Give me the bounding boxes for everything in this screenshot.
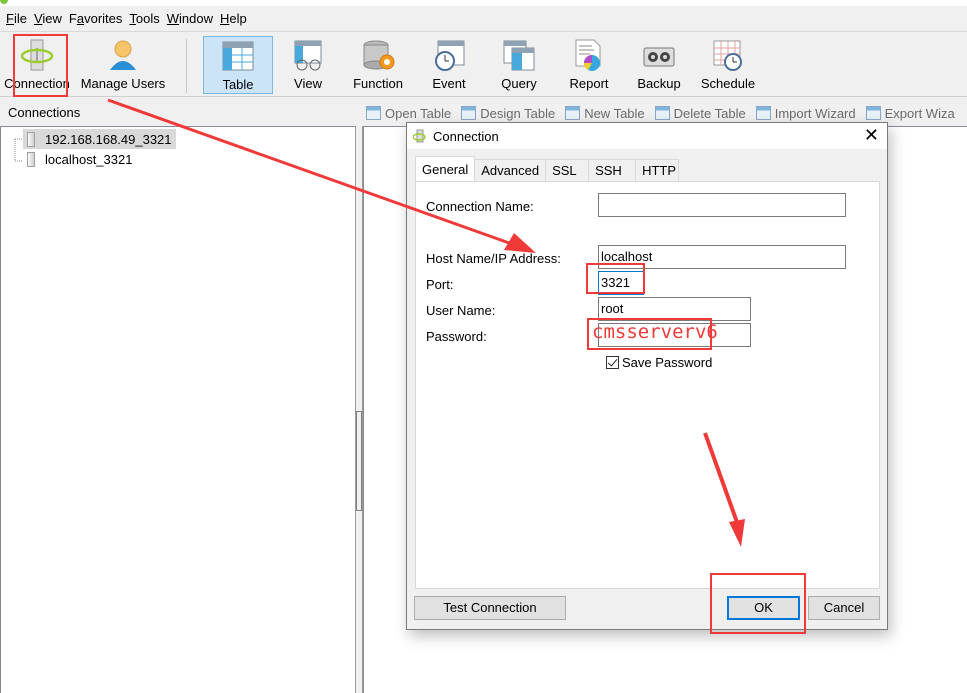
import-wizard-button[interactable]: Import Wizard <box>755 105 856 121</box>
cancel-button[interactable]: Cancel <box>808 596 880 620</box>
export-wizard-button[interactable]: Export Wiza <box>865 105 955 121</box>
save-password-checkbox[interactable]: Save Password <box>606 355 712 370</box>
function-button[interactable]: Function <box>346 36 410 94</box>
tab-http[interactable]: HTTP <box>635 159 680 181</box>
delete-table-icon <box>654 106 670 120</box>
new-table-icon <box>565 106 581 120</box>
connection-name-input[interactable] <box>598 193 846 217</box>
view-label: View <box>294 76 322 91</box>
open-table-label: Open Table <box>385 105 452 121</box>
port-input[interactable]: 3321 <box>598 271 644 295</box>
connections-tree: 192.168.168.49_3321 localhost_3321 <box>0 126 357 693</box>
save-password-label: Save Password <box>622 355 713 370</box>
table-icon <box>221 39 255 73</box>
close-icon[interactable]: ✕ <box>864 126 879 144</box>
connection-label: Connection <box>4 76 70 91</box>
panel-splitter[interactable] <box>355 126 363 693</box>
splitter-grip[interactable] <box>356 411 362 511</box>
connection-icon <box>20 38 54 72</box>
table-label: Table <box>222 77 254 92</box>
event-icon <box>432 38 466 72</box>
general-panel: Connection Name: Host Name/IP Address: l… <box>415 181 880 589</box>
tab-ssh[interactable]: SSH <box>588 159 637 181</box>
main-toolbar: Connection Manage Users Table View Funct… <box>0 33 967 97</box>
user-name-label: User Name: <box>426 303 496 318</box>
test-connection-button[interactable]: Test Connection <box>414 596 566 620</box>
app-logo-icon <box>0 0 8 4</box>
event-label: Event <box>432 76 466 91</box>
delete-table-button[interactable]: Delete Table <box>654 105 746 121</box>
menu-bar: File View Favorites Tools Window Help <box>0 6 967 32</box>
report-button[interactable]: Report <box>560 36 618 94</box>
connection-name-label: Connection Name: <box>426 199 534 214</box>
menu-window[interactable]: Window <box>165 11 218 26</box>
design-table-icon <box>461 106 477 120</box>
dialog-tabs: General Advanced SSL SSH HTTP <box>415 156 680 181</box>
password-label: Password: <box>426 329 487 344</box>
event-button[interactable]: Event <box>420 36 478 94</box>
menu-view[interactable]: View <box>32 11 67 26</box>
new-table-label: New Table <box>584 105 645 121</box>
tab-general[interactable]: General <box>415 156 476 181</box>
checkbox-checked-icon[interactable] <box>606 356 619 369</box>
connection-item[interactable]: localhost_3321 <box>23 149 136 169</box>
dialog-title: Connection <box>433 128 499 144</box>
connection-item-label: localhost_3321 <box>45 151 133 167</box>
export-wizard-icon <box>865 106 881 120</box>
user-icon <box>106 38 140 72</box>
import-wizard-icon <box>755 106 771 120</box>
menu-help[interactable]: Help <box>218 11 252 26</box>
dialog-title-bar: Connection ✕ <box>407 123 887 149</box>
object-toolbar: Open Table Design Table New Table Delete… <box>366 102 965 124</box>
connection-dialog: Connection ✕ General Advanced SSL SSH HT… <box>406 122 888 630</box>
tab-advanced[interactable]: Advanced <box>474 159 547 181</box>
tab-ssl[interactable]: SSL <box>545 159 590 181</box>
connections-header: Connections <box>8 105 81 120</box>
delete-table-label: Delete Table <box>673 105 746 121</box>
view-icon <box>291 38 325 72</box>
backup-icon <box>642 38 676 72</box>
user-name-input[interactable]: root <box>598 297 751 321</box>
open-table-icon <box>366 106 381 120</box>
annotation-password-text: cmsserverv6 <box>592 321 718 343</box>
server-icon <box>27 131 35 147</box>
menu-file[interactable]: File <box>4 11 32 26</box>
import-wizard-label: Import Wizard <box>774 105 856 121</box>
toolbar-separator <box>186 39 187 93</box>
host-input[interactable]: localhost <box>598 245 846 269</box>
report-icon <box>572 38 606 72</box>
schedule-icon <box>711 38 745 72</box>
connection-button[interactable]: Connection <box>4 36 70 94</box>
open-table-button[interactable]: Open Table <box>366 106 451 121</box>
export-wizard-label: Export Wiza <box>884 105 955 121</box>
manage-users-label: Manage Users <box>80 76 166 91</box>
connection-icon <box>412 129 427 143</box>
connection-item[interactable]: 192.168.168.49_3321 <box>23 129 176 149</box>
design-table-label: Design Table <box>480 105 556 121</box>
backup-label: Backup <box>637 76 681 91</box>
query-icon <box>502 38 536 72</box>
manage-users-button[interactable]: Manage Users <box>78 36 168 94</box>
function-label: Function <box>353 76 403 91</box>
query-label: Query <box>501 76 537 91</box>
server-icon <box>27 151 35 167</box>
schedule-label: Schedule <box>700 76 756 91</box>
port-label: Port: <box>426 277 454 292</box>
view-button[interactable]: View <box>276 36 340 94</box>
menu-tools[interactable]: Tools <box>127 11 164 26</box>
design-table-button[interactable]: Design Table <box>461 106 555 121</box>
new-table-button[interactable]: New Table <box>565 105 645 121</box>
connection-item-label: 192.168.168.49_3321 <box>45 131 172 147</box>
function-icon <box>361 38 395 72</box>
report-label: Report <box>569 76 609 91</box>
query-button[interactable]: Query <box>490 36 548 94</box>
table-button[interactable]: Table <box>203 36 273 94</box>
host-label: Host Name/IP Address: <box>426 251 561 266</box>
ok-button[interactable]: OK <box>727 596 800 620</box>
schedule-button[interactable]: Schedule <box>698 36 758 94</box>
menu-favorites[interactable]: Favorites <box>67 11 127 26</box>
backup-button[interactable]: Backup <box>630 36 688 94</box>
